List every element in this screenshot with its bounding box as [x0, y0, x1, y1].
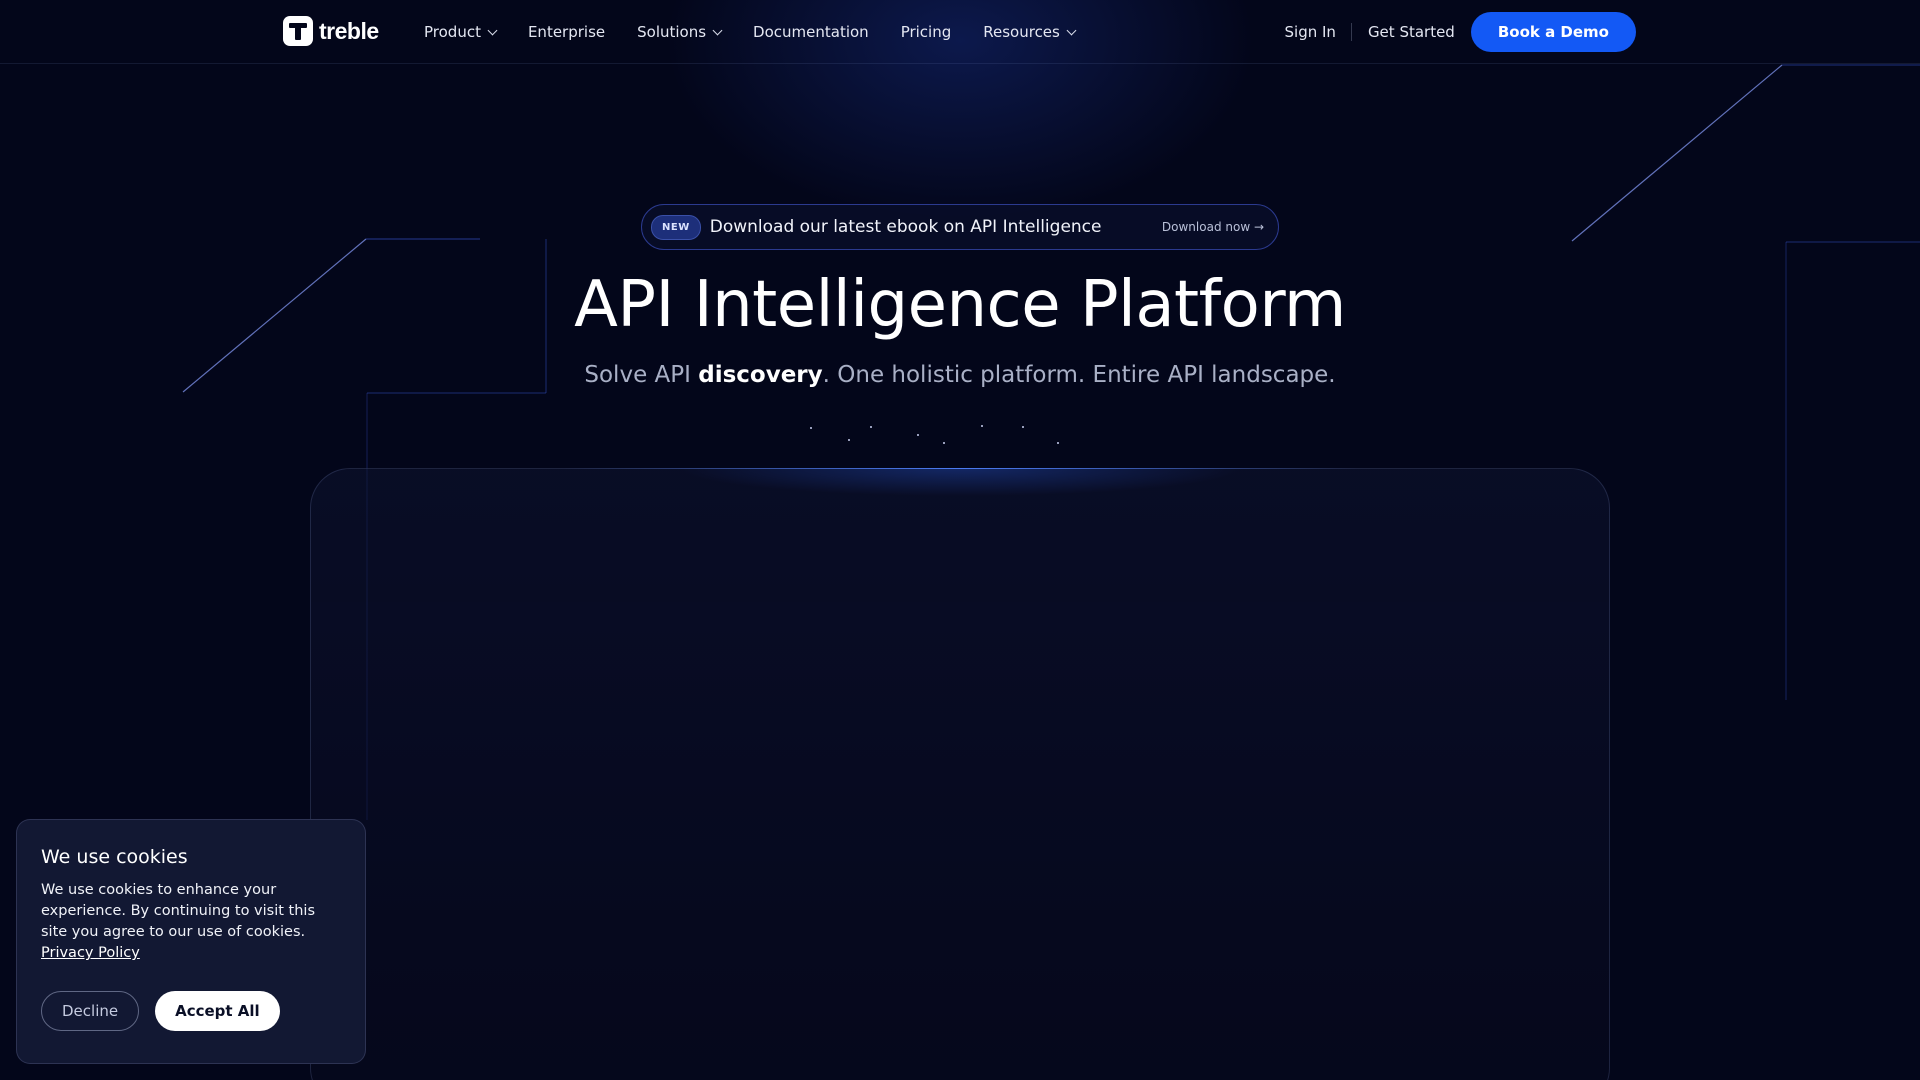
- accept-cookies-button[interactable]: Accept All: [155, 991, 280, 1031]
- sparkle-dot: [870, 426, 872, 428]
- book-demo-button[interactable]: Book a Demo: [1470, 12, 1636, 52]
- brand-logo[interactable]: treble: [283, 16, 379, 46]
- cookie-title: We use cookies: [41, 846, 188, 868]
- chevron-down-icon: [712, 25, 723, 35]
- cookie-body: We use cookies to enhance your experienc…: [41, 880, 341, 964]
- sparkle-dot: [943, 442, 945, 444]
- sparkle-dots: [800, 420, 1080, 460]
- page: treble Product Enterprise Solutions Docu…: [0, 0, 1920, 1080]
- nav-item-label: Enterprise: [527, 23, 606, 41]
- sparkle-dot: [810, 427, 812, 429]
- nav-item-label: Product: [424, 23, 481, 41]
- nav-item-documentation[interactable]: Documentation: [753, 23, 869, 41]
- sparkle-dot: [848, 439, 850, 441]
- nav-item-pricing[interactable]: Pricing: [901, 23, 952, 41]
- cookie-actions: Decline Accept All: [41, 991, 280, 1031]
- nav-item-solutions[interactable]: Solutions: [637, 23, 723, 41]
- nav-item-label: Solutions: [637, 23, 707, 41]
- announcement-text: Download our latest ebook on API Intelli…: [709, 217, 1102, 237]
- panel-glow: [560, 468, 1360, 528]
- nav-item-product[interactable]: Product: [424, 23, 498, 41]
- decline-cookies-button[interactable]: Decline: [41, 991, 140, 1031]
- nav-links: Product Enterprise Solutions Documentati…: [424, 0, 1077, 64]
- new-badge: NEW: [651, 214, 701, 240]
- subtitle-bold: discovery: [698, 362, 823, 388]
- panel-top-highlight: [560, 468, 1360, 469]
- chevron-down-icon: [1066, 25, 1077, 35]
- privacy-policy-link[interactable]: Privacy Policy: [41, 945, 140, 961]
- nav-item-enterprise[interactable]: Enterprise: [528, 23, 605, 41]
- brand-name: treble: [319, 17, 379, 44]
- subtitle-pre: Solve API: [584, 362, 699, 388]
- cookie-banner: We use cookies We use cookies to enhance…: [16, 819, 366, 1064]
- hero-subtitle: Solve API discovery. One holistic platfo…: [0, 362, 1920, 388]
- ebook-announcement[interactable]: NEW Download our latest ebook on API Int…: [641, 204, 1279, 250]
- sign-in-link[interactable]: Sign In: [1285, 23, 1352, 41]
- cookie-text: We use cookies to enhance your experienc…: [41, 882, 315, 940]
- download-now-link[interactable]: Download now →: [1162, 220, 1264, 234]
- chevron-down-icon: [487, 25, 498, 35]
- sparkle-dot: [1022, 426, 1024, 428]
- nav-actions: Sign In Get Started Book a Demo: [1285, 12, 1636, 52]
- hero-title: API Intelligence Platform: [574, 268, 1346, 342]
- nav-item-label: Pricing: [900, 23, 952, 41]
- sparkle-dot: [1057, 442, 1059, 444]
- sparkle-dot: [917, 434, 919, 436]
- sparkle-dot: [981, 425, 983, 427]
- product-preview-panel: [310, 468, 1610, 1080]
- get-started-link[interactable]: Get Started: [1352, 23, 1471, 41]
- treblle-logo-icon: [283, 16, 313, 46]
- subtitle-post: . One holistic platform. Entire API land…: [822, 362, 1336, 388]
- nav-item-resources[interactable]: Resources: [983, 23, 1077, 41]
- top-nav: treble Product Enterprise Solutions Docu…: [0, 0, 1920, 64]
- nav-item-label: Documentation: [753, 23, 869, 41]
- nav-item-label: Resources: [983, 23, 1060, 41]
